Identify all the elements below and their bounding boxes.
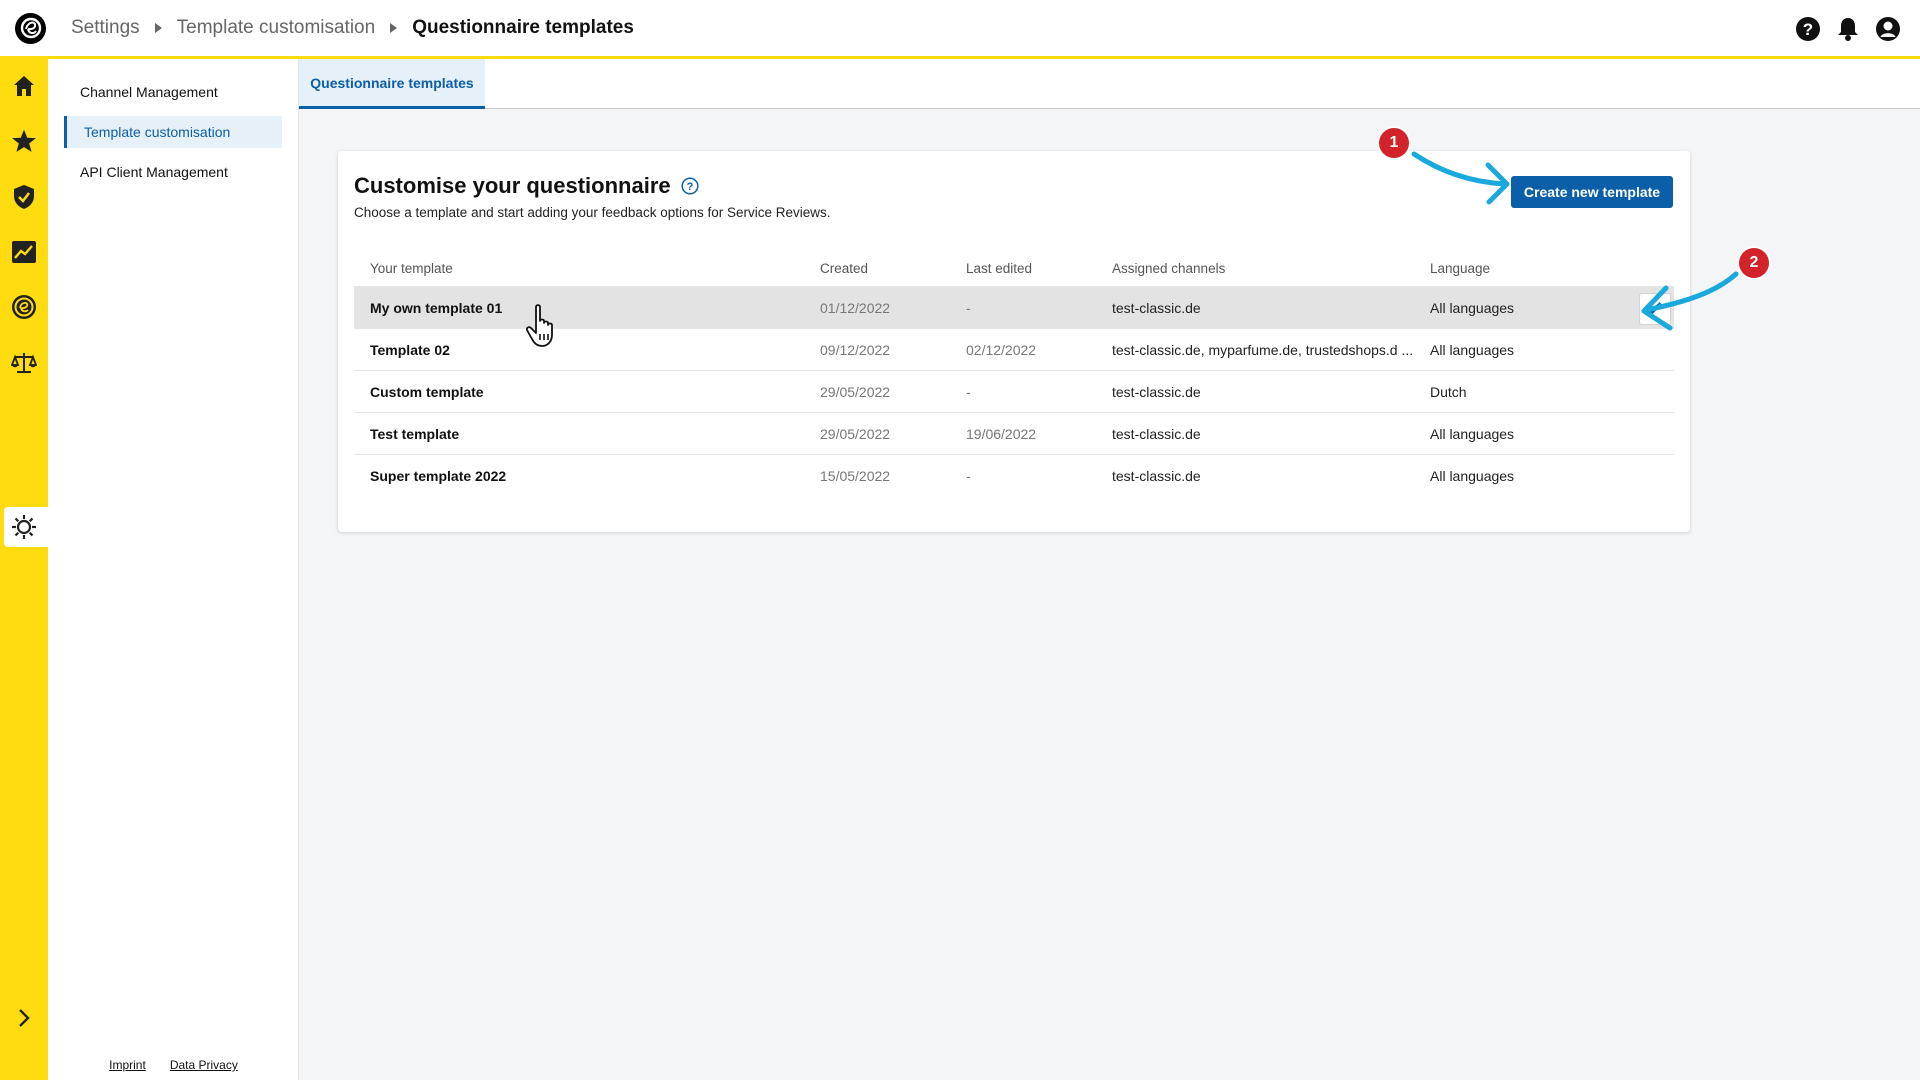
breadcrumb-separator-icon xyxy=(390,23,398,33)
data-privacy-link[interactable]: Data Privacy xyxy=(170,1058,238,1072)
last-edited-date: - xyxy=(966,299,971,316)
table-header-row: Your template Created Last edited Assign… xyxy=(354,251,1674,287)
created-date: 15/05/2022 xyxy=(820,468,891,484)
notifications-bell-icon[interactable] xyxy=(1834,15,1862,43)
shield-check-icon[interactable] xyxy=(10,183,38,211)
last-edited-date: 19/06/2022 xyxy=(966,425,1037,442)
assigned-channels: test-classic.de, myparfume.de, trustedsh… xyxy=(1112,341,1414,358)
hand-pointer-cursor-icon xyxy=(525,303,561,354)
column-header-your-template[interactable]: Your template xyxy=(354,261,820,276)
table-row[interactable]: Test template 29/05/2022 19/06/2022 test… xyxy=(354,413,1674,455)
language: All languages xyxy=(1430,468,1515,484)
column-header-last-edited[interactable]: Last edited xyxy=(966,261,1112,276)
last-edited-date: 02/12/2022 xyxy=(966,341,1037,358)
column-header-assigned-channels[interactable]: Assigned channels xyxy=(1112,261,1430,276)
column-header-created[interactable]: Created xyxy=(820,261,966,276)
created-date: 09/12/2022 xyxy=(820,341,891,358)
language: All languages xyxy=(1430,425,1515,442)
expand-chevron-right-icon[interactable] xyxy=(10,1004,38,1032)
breadcrumb: Settings Template customisation Question… xyxy=(71,17,634,39)
template-name: My own template 01 xyxy=(370,299,503,316)
created-date: 01/12/2022 xyxy=(820,299,891,316)
last-edited-date: - xyxy=(966,468,971,484)
home-icon[interactable] xyxy=(10,72,38,100)
created-date: 29/05/2022 xyxy=(820,383,891,400)
subnav-item-channel-management[interactable]: Channel Management xyxy=(64,76,282,108)
language: All languages xyxy=(1430,341,1515,358)
tab-bar: Questionnaire templates xyxy=(299,59,1920,109)
trustmark-icon[interactable] xyxy=(10,293,38,321)
language: All languages xyxy=(1430,299,1515,316)
template-name: Template 02 xyxy=(370,341,450,358)
top-bar: Settings Template customisation Question… xyxy=(0,0,1920,59)
table-row[interactable]: Super template 2022 15/05/2022 - test-cl… xyxy=(354,455,1674,497)
svg-text:?: ? xyxy=(686,181,693,193)
card-subtitle: Choose a template and start adding your … xyxy=(354,205,831,220)
column-header-language[interactable]: Language xyxy=(1430,261,1630,276)
subnav-item-api-client-management[interactable]: API Client Management xyxy=(64,156,282,188)
template-name: Custom template xyxy=(370,383,484,400)
last-edited-date: - xyxy=(966,383,971,400)
imprint-link[interactable]: Imprint xyxy=(109,1058,146,1072)
assigned-channels: test-classic.de xyxy=(1112,468,1201,484)
created-date: 29/05/2022 xyxy=(820,425,891,442)
help-icon[interactable]: ? xyxy=(1794,15,1822,43)
star-reviews-icon[interactable] xyxy=(10,127,38,155)
annotation-badge-2: 2 xyxy=(1739,248,1769,278)
tab-questionnaire-templates[interactable]: Questionnaire templates xyxy=(299,59,485,109)
analytics-chart-icon[interactable] xyxy=(10,238,38,266)
settings-gear-icon[interactable] xyxy=(10,513,38,541)
main-navigation-rail xyxy=(0,59,48,1080)
info-help-icon[interactable]: ? xyxy=(681,177,699,195)
breadcrumb-settings[interactable]: Settings xyxy=(71,17,140,39)
settings-sub-navigation: Channel Management Template customisatio… xyxy=(48,59,299,1080)
language: Dutch xyxy=(1430,383,1467,400)
card-title-wrap: Customise your questionnaire ? xyxy=(354,173,699,199)
brand-logo-icon[interactable] xyxy=(15,12,46,44)
breadcrumb-separator-icon xyxy=(154,23,162,33)
subnav-footer: Imprint Data Privacy xyxy=(48,1058,299,1072)
assigned-channels: test-classic.de xyxy=(1112,383,1201,400)
template-name: Super template 2022 xyxy=(370,468,507,484)
templates-table: Your template Created Last edited Assign… xyxy=(354,251,1674,497)
assigned-channels: test-classic.de xyxy=(1112,299,1201,316)
create-new-template-button[interactable]: Create new template xyxy=(1511,176,1673,208)
svg-text:?: ? xyxy=(1803,20,1813,39)
card-title: Customise your questionnaire xyxy=(354,173,671,198)
breadcrumb-template-customisation[interactable]: Template customisation xyxy=(177,17,376,39)
template-name: Test template xyxy=(370,425,460,442)
assigned-channels: test-classic.de xyxy=(1112,425,1201,442)
legal-scales-icon[interactable] xyxy=(10,349,38,377)
breadcrumb-current: Questionnaire templates xyxy=(412,17,634,38)
subnav-item-template-customisation[interactable]: Template customisation xyxy=(64,116,282,148)
table-row[interactable]: Custom template 29/05/2022 - test-classi… xyxy=(354,371,1674,413)
annotation-arrow-2-icon xyxy=(1641,271,1739,331)
annotation-arrow-1-icon xyxy=(1411,151,1510,205)
user-account-icon[interactable] xyxy=(1874,15,1902,43)
annotation-badge-1: 1 xyxy=(1379,128,1409,158)
